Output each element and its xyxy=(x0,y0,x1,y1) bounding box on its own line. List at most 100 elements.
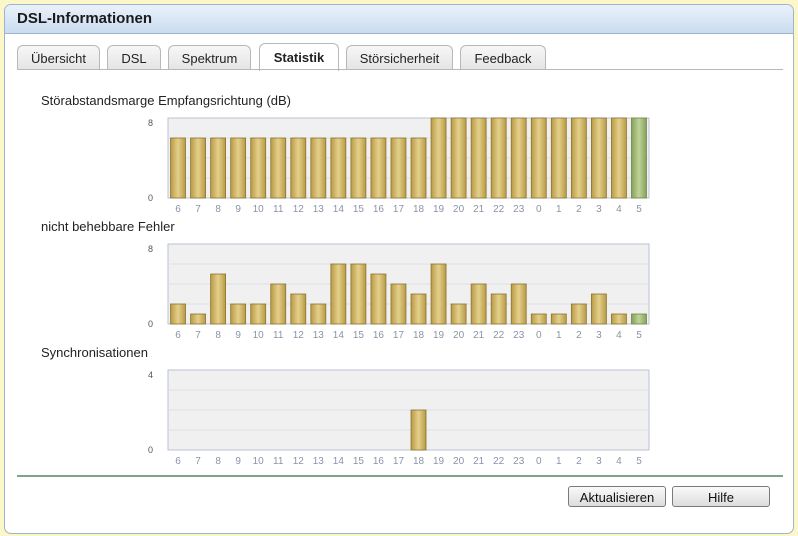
snr-bar xyxy=(310,137,327,199)
snr-bar xyxy=(350,137,367,199)
snr-ytick-min: 0 xyxy=(148,193,153,203)
errors-bar xyxy=(290,293,307,325)
sync-xtick: 10 xyxy=(253,456,265,467)
sync-bar xyxy=(410,409,427,451)
errors-bar xyxy=(530,313,547,325)
snr-bar xyxy=(530,117,547,199)
errors-xtick: 8 xyxy=(215,330,221,341)
errors-bar xyxy=(270,283,287,325)
errors-bar xyxy=(510,283,527,325)
errors-bar xyxy=(350,263,367,325)
sync-xtick: 19 xyxy=(433,456,445,467)
snr-bar xyxy=(611,117,627,199)
errors-bar xyxy=(410,293,427,325)
errors-xtick: 10 xyxy=(253,330,265,341)
sync-xtick: 15 xyxy=(353,456,365,467)
statistics-charts: 086 7 8 9 10 11 12 13 14 15 16 17 18 19 20 21 22 23 0 1 2 3 4 5… xyxy=(148,117,650,467)
snr-xtick: 12 xyxy=(293,204,305,215)
sync-xtick: 22 xyxy=(493,456,505,467)
snr-xtick: 5 xyxy=(636,204,642,215)
snr-bar xyxy=(570,117,587,199)
sync-xtick: 18 xyxy=(413,456,425,467)
errors-bar xyxy=(190,313,206,325)
snr-xtick: 17 xyxy=(393,204,405,215)
errors-bar xyxy=(611,313,627,325)
snr-xtick: 6 xyxy=(175,204,181,215)
errors-bar xyxy=(430,263,447,325)
errors-xtick: 14 xyxy=(333,330,345,341)
sync-xtick: 3 xyxy=(596,456,602,467)
sync-xtick: 4 xyxy=(616,456,622,467)
errors-xtick: 6 xyxy=(175,330,181,341)
snr-bar xyxy=(230,137,247,199)
snr-bar xyxy=(470,117,487,199)
errors-xtick: 11 xyxy=(273,330,284,341)
snr-bar xyxy=(290,137,307,199)
snr-xtick: 11 xyxy=(273,204,284,215)
refresh-button[interactable]: Aktualisieren xyxy=(568,486,666,507)
snr-bar xyxy=(210,137,227,199)
sync-xtick: 0 xyxy=(536,456,542,467)
snr-xtick: 9 xyxy=(235,204,241,215)
errors-bar xyxy=(450,303,467,325)
snr-xtick: 15 xyxy=(353,204,365,215)
errors-bar xyxy=(310,303,327,325)
sync-xtick: 12 xyxy=(293,456,305,467)
snr-xtick: 20 xyxy=(453,204,465,215)
snr-bar xyxy=(510,117,527,199)
errors-xtick: 19 xyxy=(433,330,445,341)
sync-xtick: 21 xyxy=(473,456,485,467)
errors-xtick: 18 xyxy=(413,330,425,341)
snr-bar xyxy=(430,117,447,199)
help-button[interactable]: Hilfe xyxy=(672,486,770,507)
snr-xtick: 10 xyxy=(253,204,265,215)
snr-bar xyxy=(190,137,206,199)
snr-xtick: 1 xyxy=(556,204,562,215)
snr-xtick: 3 xyxy=(596,204,602,215)
errors-xtick: 20 xyxy=(453,330,465,341)
sync-xtick: 20 xyxy=(453,456,465,467)
errors-bar xyxy=(490,293,507,325)
errors-xtick: 4 xyxy=(616,330,622,341)
snr-bar xyxy=(390,137,407,199)
errors-xtick: 12 xyxy=(293,330,305,341)
snr-bar xyxy=(490,117,507,199)
sync-xtick: 2 xyxy=(576,456,582,467)
errors-xtick: 17 xyxy=(393,330,405,341)
sync-xtick: 8 xyxy=(215,456,221,467)
errors-bar xyxy=(330,263,347,325)
errors-bar xyxy=(250,303,267,325)
errors-xtick: 21 xyxy=(473,330,485,341)
errors-xtick: 1 xyxy=(556,330,562,341)
errors-xtick: 5 xyxy=(636,330,642,341)
sync-xtick: 16 xyxy=(373,456,385,467)
snr-xtick: 16 xyxy=(373,204,385,215)
errors-ytick-min: 0 xyxy=(148,319,153,329)
sync-xtick: 14 xyxy=(333,456,345,467)
snr-bar xyxy=(170,137,186,199)
errors-bar xyxy=(230,303,247,325)
errors-bar xyxy=(570,303,587,325)
snr-xtick: 22 xyxy=(493,204,505,215)
errors-bar xyxy=(390,283,407,325)
errors-ytick-max: 8 xyxy=(148,244,153,254)
snr-xtick: 21 xyxy=(473,204,485,215)
snr-bar xyxy=(270,137,287,199)
snr-xtick: 2 xyxy=(576,204,582,215)
snr-xtick: 0 xyxy=(536,204,542,215)
snr-xtick: 13 xyxy=(313,204,325,215)
snr-bar xyxy=(330,137,347,199)
errors-xtick: 23 xyxy=(513,330,525,341)
errors-xtick: 15 xyxy=(353,330,365,341)
sync-xtick: 13 xyxy=(313,456,325,467)
sync-xtick: 6 xyxy=(175,456,181,467)
sync-chart: 046 7 8 9 10 11 12 13 14 15 16 17 18 19 20 21 22 23 0 1 2 3 4 5 xyxy=(148,369,650,467)
sync-ytick-min: 0 xyxy=(148,445,153,455)
errors-xtick: 3 xyxy=(596,330,602,341)
errors-xtick: 2 xyxy=(576,330,582,341)
dsl-info-window: DSL-Informationen Übersicht DSL Spektrum… xyxy=(4,4,794,534)
sync-xtick: 9 xyxy=(235,456,241,467)
errors-xtick: 22 xyxy=(493,330,505,341)
errors-xtick: 7 xyxy=(195,330,201,341)
errors-bar xyxy=(170,303,186,325)
